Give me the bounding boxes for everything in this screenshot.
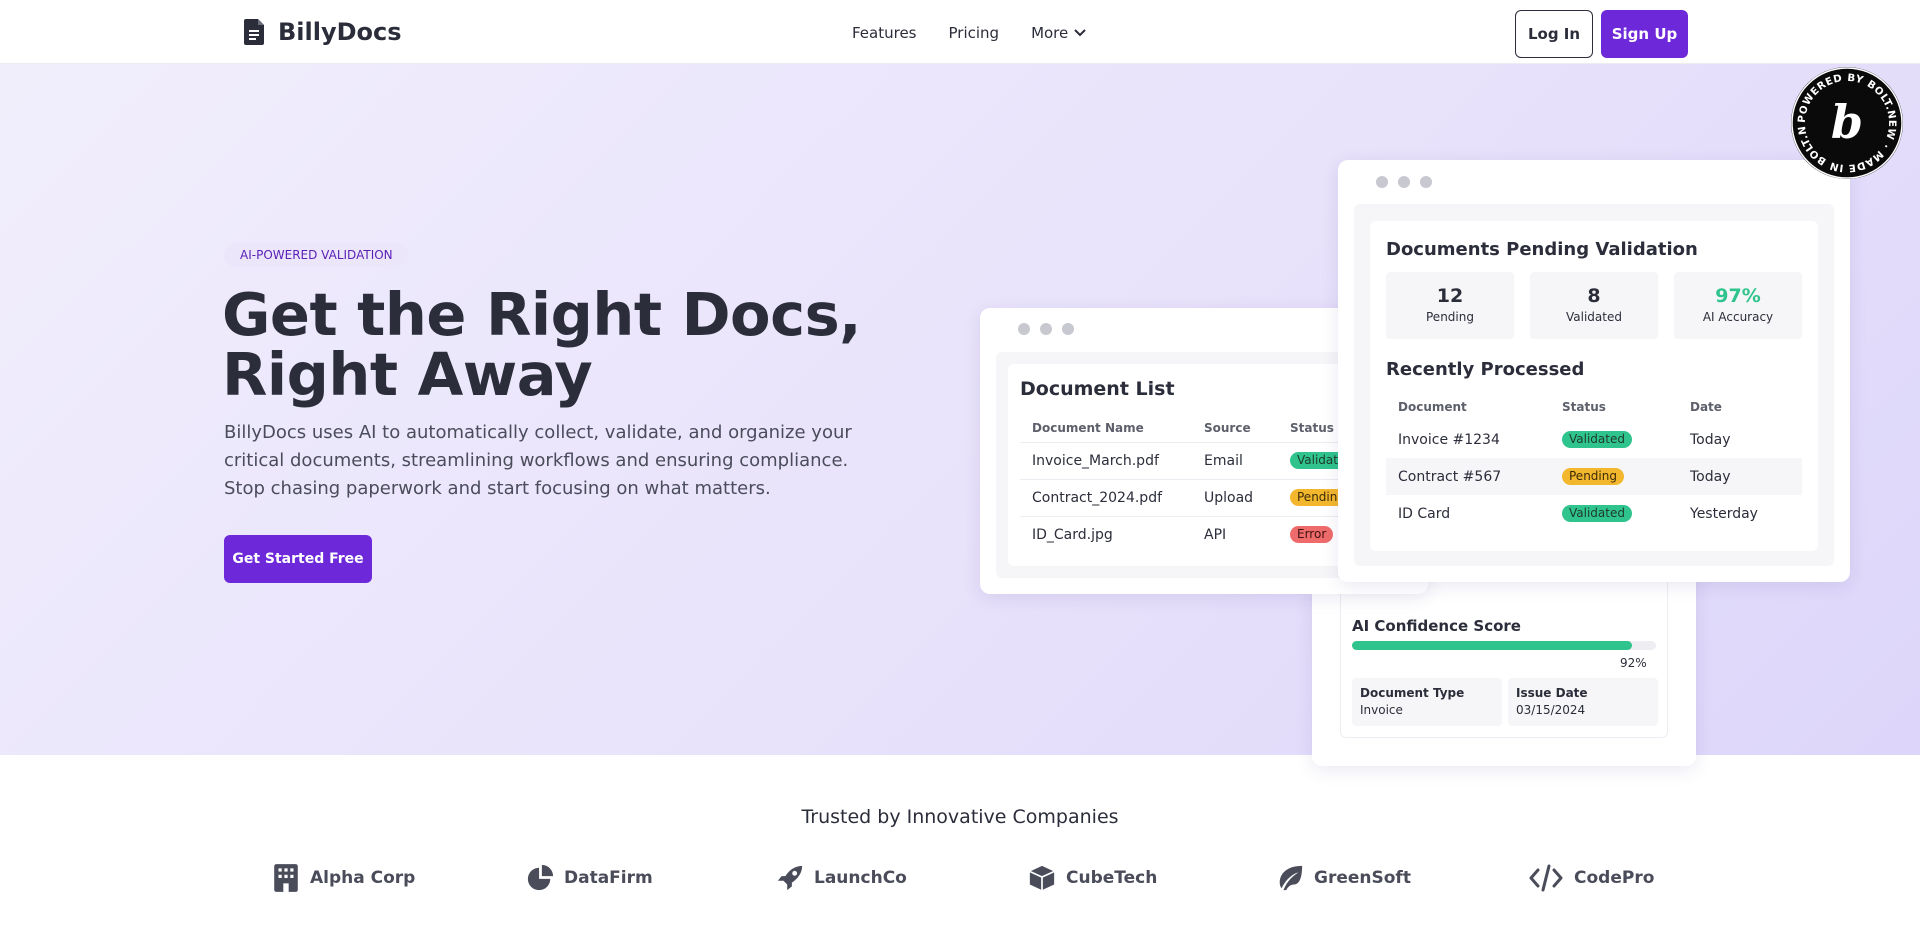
leaf-icon: [1279, 865, 1303, 891]
pending-title: Documents Pending Validation: [1386, 239, 1698, 260]
login-button[interactable]: Log In: [1515, 10, 1593, 58]
window-dots: [1376, 176, 1432, 188]
top-nav: BillyDocs Features Pricing More Log In S…: [0, 0, 1920, 64]
brand-name: BillyDocs: [278, 18, 402, 46]
company-logo: GreenSoft: [1276, 863, 1411, 893]
pie-chart-icon: [527, 864, 554, 891]
recent-document: Invoice #1234: [1398, 431, 1500, 448]
nav-more-label: More: [1031, 24, 1069, 42]
brand-logo[interactable]: BillyDocs: [244, 18, 402, 46]
stat-value: 12: [1436, 285, 1464, 307]
recent-table: Document Status Date Invoice #1234 Valid…: [1386, 393, 1802, 532]
company-name: CodePro: [1574, 868, 1655, 888]
recent-date: Today: [1678, 458, 1802, 495]
column-header: Source: [1204, 420, 1251, 435]
bolt-badge-letter: b: [1831, 95, 1863, 149]
stat-label: Validated: [1566, 310, 1622, 324]
bolt-badge[interactable]: POWERED BY BOLT.NEW · MADE IN BOLT.NEW ·…: [1790, 66, 1904, 180]
recent-date: Today: [1690, 431, 1731, 448]
company-logo: CodePro: [1528, 863, 1654, 893]
stat-value: 8: [1587, 285, 1601, 307]
confidence-percent: 92%: [1620, 656, 1647, 670]
chevron-down-icon: [1074, 29, 1086, 37]
document-source: API: [1192, 515, 1278, 553]
hero-headline-line2: Right Away: [222, 340, 593, 409]
table-header-row: Document Status Date: [1386, 393, 1802, 421]
trusted-title: Trusted by Innovative Companies: [801, 806, 1119, 828]
table-row[interactable]: ID Card Validated Yesterday: [1386, 495, 1802, 532]
document-name: Invoice_March.pdf: [1020, 441, 1192, 479]
column-header: Date: [1690, 400, 1722, 414]
signup-button[interactable]: Sign Up: [1601, 10, 1688, 58]
meta-key: Document Type: [1360, 686, 1465, 700]
confidence-progress: [1352, 641, 1656, 650]
company-logo: CubeTech: [1028, 863, 1157, 893]
meta-value: 03/15/2024: [1516, 703, 1586, 717]
company-name: CubeTech: [1066, 868, 1158, 888]
document-source: Email: [1192, 441, 1278, 479]
get-started-button[interactable]: Get Started Free: [224, 535, 372, 583]
rocket-icon: [777, 865, 803, 891]
recently-processed-title: Recently Processed: [1386, 359, 1585, 380]
status-badge: Pending: [1562, 468, 1624, 485]
recent-date: Yesterday: [1690, 505, 1758, 522]
document-list-title: Document List: [1020, 378, 1175, 400]
stat-pending: 12 Pending: [1386, 272, 1514, 339]
window-dots: [1018, 323, 1074, 335]
column-header: Document: [1398, 400, 1467, 414]
column-header: Document Name: [1032, 420, 1144, 435]
code-icon: [1529, 864, 1563, 892]
status-badge: Validated: [1562, 505, 1632, 522]
hero-headline-line1: Get the Right Docs,: [222, 280, 862, 349]
table-row[interactable]: Contract #567 Pending Today: [1386, 458, 1802, 495]
company-name: DataFirm: [564, 868, 653, 888]
document-name: ID_Card.jpg: [1020, 515, 1192, 553]
company-name: Alpha Corp: [310, 868, 416, 888]
meta-key: Issue Date: [1516, 686, 1588, 700]
nav-links: Features Pricing More: [852, 24, 1086, 42]
nav-pricing[interactable]: Pricing: [949, 24, 1000, 42]
recent-document: Contract #567: [1386, 458, 1550, 495]
document-name: Contract_2024.pdf: [1020, 478, 1192, 516]
hero-headline: Get the Right Docs, Right Away: [222, 285, 922, 405]
stat-ai-accuracy: 97% AI Accuracy: [1674, 272, 1802, 339]
hero-description: BillyDocs uses AI to automatically colle…: [224, 422, 852, 499]
hero-tag: AI-POWERED VALIDATION: [224, 243, 409, 267]
meta-issue-date: Issue Date 03/15/2024: [1508, 678, 1658, 726]
company-logo: DataFirm: [526, 863, 653, 893]
status-badge: Validated: [1562, 431, 1632, 448]
meta-document-type: Document Type Invoice: [1352, 678, 1502, 726]
nav-more[interactable]: More: [1031, 24, 1086, 42]
stat-validated: 8 Validated: [1530, 272, 1658, 339]
company-logo: LaunchCo: [776, 863, 907, 893]
document-icon: [244, 19, 264, 45]
nav-features[interactable]: Features: [852, 24, 917, 42]
confidence-title: AI Confidence Score: [1352, 617, 1521, 635]
status-badge: Error: [1290, 526, 1334, 544]
company-name: GreenSoft: [1314, 868, 1411, 888]
company-name: LaunchCo: [814, 868, 907, 888]
document-source: Upload: [1192, 478, 1278, 516]
meta-value: Invoice: [1360, 703, 1403, 717]
stat-value: 97%: [1715, 285, 1761, 307]
company-logo: Alpha Corp: [272, 863, 415, 893]
table-row[interactable]: Invoice #1234 Validated Today: [1386, 421, 1802, 458]
recent-document: ID Card: [1398, 505, 1451, 522]
column-header: Status: [1562, 400, 1606, 414]
stat-label: AI Accuracy: [1702, 310, 1774, 324]
confidence-progress-fill: [1352, 641, 1632, 650]
stat-label: Pending: [1426, 310, 1474, 324]
building-icon: [274, 864, 298, 892]
cube-icon: [1029, 865, 1055, 891]
